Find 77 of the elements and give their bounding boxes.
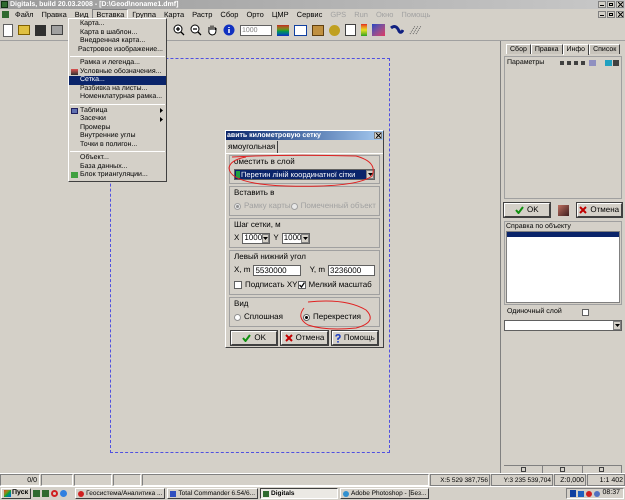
layer-color-icon: [236, 171, 240, 178]
group-label: Вставить в: [234, 188, 276, 197]
save-icon: [35, 24, 46, 36]
x-label: X, m: [234, 264, 250, 276]
curve-icon: [390, 25, 404, 35]
program-icon: [343, 490, 350, 496]
status-cell: [113, 474, 141, 486]
table-icon: [71, 108, 78, 114]
group-label: Левый нижний угол: [234, 252, 307, 261]
checkbox[interactable]: [582, 308, 589, 316]
browser-icon: [51, 490, 58, 497]
group-label: Шаг сетки, м: [234, 220, 282, 229]
document-maximize-icon[interactable]: [607, 11, 615, 18]
table-icon: [294, 24, 307, 36]
group-label: Вид: [234, 299, 250, 308]
checkbox[interactable]: [234, 281, 242, 289]
layer-dropdown[interactable]: [504, 320, 622, 330]
checkbox-label: Мелкий масштаб: [308, 279, 372, 291]
check-icon: [514, 206, 524, 214]
x-input[interactable]: 5530000: [253, 264, 302, 276]
traffic-light-icon: [361, 24, 367, 36]
eye-icon: [558, 204, 568, 216]
raster-icon: [372, 24, 385, 36]
close-icon[interactable]: [374, 132, 382, 139]
cross-icon: [284, 334, 293, 342]
dropdown-arrow-icon[interactable]: [613, 320, 621, 330]
dropdown-arrow-icon[interactable]: [301, 234, 309, 242]
app-icon: [1, 1, 8, 8]
maximize-icon[interactable]: [607, 1, 615, 8]
radio-button[interactable]: [234, 314, 241, 320]
open-folder-icon: [18, 25, 30, 35]
info-icon: [223, 24, 235, 36]
ok-button[interactable]: OK: [231, 331, 278, 345]
cancel-button[interactable]: Отмена: [281, 331, 328, 345]
legend-icon: [71, 68, 78, 75]
triangulation-icon: [71, 172, 78, 178]
radio-button[interactable]: [303, 314, 310, 320]
program-icon: [263, 490, 270, 496]
close-icon[interactable]: [616, 1, 624, 8]
cross-icon: [579, 206, 588, 214]
dropdown-arrow-icon[interactable]: [262, 234, 270, 242]
print-icon: [51, 25, 63, 35]
y-label: Y: [273, 232, 279, 244]
status-cell: [74, 474, 112, 486]
x-step-select[interactable]: 1000: [242, 232, 270, 244]
box-icon: [312, 24, 324, 36]
zoom-out-icon: [190, 24, 202, 36]
hand-icon: [207, 24, 218, 36]
help-button[interactable]: Помощь: [332, 331, 378, 345]
ok-button[interactable]: OK: [504, 203, 550, 217]
y-label: Y, m: [310, 264, 325, 276]
dialog-tab[interactable]: ямоугольная: [226, 141, 278, 153]
radio-label: Перекрестия: [313, 311, 361, 323]
checkbox-label: Подписать XY: [245, 279, 298, 291]
windows-logo-icon: [4, 490, 11, 497]
program-icon: [170, 490, 176, 496]
document-close-icon[interactable]: [616, 11, 624, 18]
minimize-icon[interactable]: [598, 1, 606, 8]
zoom-in-icon: [173, 24, 185, 36]
document-minimize-icon[interactable]: [598, 11, 606, 18]
help-icon: [334, 334, 341, 342]
new-file-icon: [3, 24, 13, 36]
info-list[interactable]: [506, 231, 620, 303]
group-label: оместить в слой: [234, 157, 296, 166]
status-cell: [41, 474, 73, 486]
y-input[interactable]: 3236000: [328, 264, 375, 276]
checkbox[interactable]: [298, 281, 306, 289]
check-icon: [242, 334, 252, 342]
lines-icon: [409, 25, 422, 35]
layers-icon: [277, 24, 289, 36]
program-icon: [78, 490, 84, 496]
x-label: X: [234, 232, 240, 244]
frame-icon: [345, 24, 356, 36]
radio-label: Сплошная: [244, 311, 283, 323]
document-icon: [2, 11, 9, 18]
y-step-select[interactable]: 1000: [282, 232, 310, 244]
cancel-button[interactable]: Отмена: [576, 203, 622, 217]
